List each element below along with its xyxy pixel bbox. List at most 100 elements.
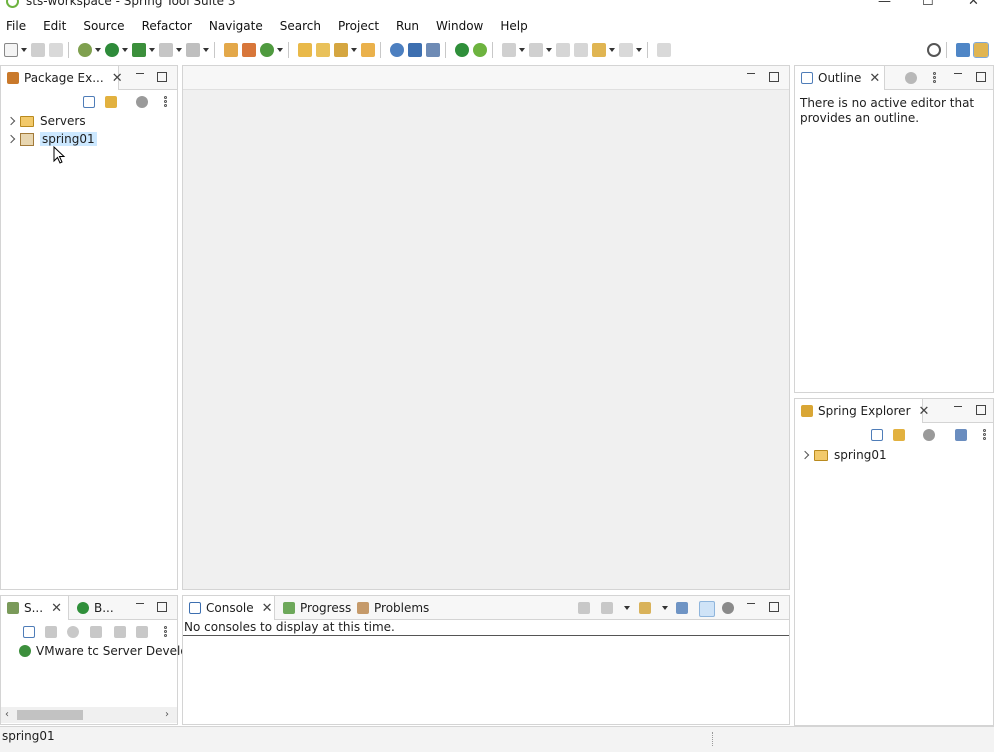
menu-window[interactable]: Window <box>436 19 490 33</box>
link-with-editor-icon[interactable] <box>893 429 905 441</box>
boot-dashboard-icon[interactable] <box>455 43 469 57</box>
maximize-icon[interactable] <box>769 72 779 82</box>
menu-file[interactable]: File <box>6 19 33 33</box>
minimize-window-icon[interactable]: — <box>878 0 891 9</box>
scroll-right-icon[interactable]: › <box>165 710 169 720</box>
publish-icon[interactable] <box>136 626 148 638</box>
menu-project[interactable]: Project <box>338 19 386 33</box>
tree-item-servers[interactable]: Servers <box>6 114 86 128</box>
minimize-icon[interactable] <box>953 403 963 413</box>
tab-console[interactable]: Console ✕ <box>183 596 275 620</box>
next-annotation-dropdown-icon[interactable] <box>519 48 525 52</box>
close-icon[interactable]: ✕ <box>112 71 123 86</box>
menu-refactor[interactable]: Refactor <box>142 19 199 33</box>
pin-editor-icon[interactable] <box>657 43 671 57</box>
menu-search[interactable]: Search <box>280 19 328 33</box>
open-console-dropdown-icon[interactable] <box>662 606 668 610</box>
stop-icon[interactable] <box>159 43 173 57</box>
open-folder-icon[interactable] <box>361 43 375 57</box>
filters-icon[interactable] <box>136 96 148 108</box>
minimize-icon[interactable] <box>135 600 145 610</box>
tab-spring-explorer[interactable]: Spring Explorer ✕ <box>795 399 929 423</box>
tab-boot-dashboard[interactable]: B... <box>71 596 120 620</box>
back-dropdown-icon[interactable] <box>609 48 615 52</box>
filters-icon[interactable] <box>923 429 935 441</box>
display-console-dropdown-icon[interactable] <box>624 606 630 610</box>
spring-icon[interactable] <box>473 43 487 57</box>
filters-icon[interactable] <box>905 72 917 84</box>
previous-annotation-dropdown-icon[interactable] <box>546 48 552 52</box>
close-icon[interactable]: ✕ <box>869 71 880 86</box>
stop-dropdown-icon[interactable] <box>176 48 182 52</box>
menu-source[interactable]: Source <box>83 19 131 33</box>
collapse-all-icon[interactable] <box>871 429 883 441</box>
horizontal-scrollbar[interactable]: ‹ › <box>1 707 177 723</box>
scroll-left-icon[interactable]: ‹ <box>5 710 9 720</box>
open-task-icon[interactable] <box>316 43 330 57</box>
forward-dropdown-icon[interactable] <box>636 48 642 52</box>
stop-server-icon[interactable] <box>114 626 126 638</box>
pin-icon[interactable] <box>426 43 440 57</box>
next-annotation-icon[interactable] <box>502 43 516 57</box>
run-icon[interactable] <box>105 43 119 57</box>
view-menu-icon[interactable] <box>164 626 167 638</box>
pin-console-icon[interactable] <box>578 602 590 614</box>
start-server-icon[interactable] <box>67 626 79 638</box>
debug-dropdown-icon[interactable] <box>95 48 101 52</box>
spring-perspective-icon[interactable] <box>973 42 989 58</box>
menu-run[interactable]: Run <box>396 19 426 33</box>
collapse-all-icon[interactable] <box>83 96 95 108</box>
search-icon[interactable] <box>927 43 941 57</box>
sort-icon[interactable] <box>955 429 967 441</box>
profile-server-icon[interactable] <box>90 626 102 638</box>
minimize-icon[interactable] <box>746 70 756 80</box>
chevron-right-icon[interactable] <box>800 450 810 460</box>
link-with-editor-icon[interactable] <box>105 96 117 108</box>
menu-edit[interactable]: Edit <box>43 19 73 33</box>
scrollbar-thumb[interactable] <box>17 710 83 720</box>
maximize-icon[interactable] <box>976 405 986 415</box>
tab-progress[interactable]: Progress <box>277 596 357 620</box>
back-arrow-icon[interactable] <box>592 43 606 57</box>
terminate-icon[interactable] <box>186 43 200 57</box>
external-tools-icon[interactable] <box>132 43 146 57</box>
tree-item-server[interactable]: VMware tc Server Develop <box>19 644 195 658</box>
tab-outline[interactable]: Outline ✕ <box>795 66 885 90</box>
last-edit-icon[interactable] <box>556 43 570 57</box>
view-menu-icon[interactable] <box>983 429 986 441</box>
close-icon[interactable]: ✕ <box>262 601 273 616</box>
debug-icon[interactable] <box>78 43 92 57</box>
tab-problems[interactable]: Problems <box>351 596 435 620</box>
forward-arrow-icon[interactable] <box>619 43 633 57</box>
search-tool-icon[interactable] <box>334 43 348 57</box>
tab-package-explorer[interactable]: Package Ex... ✕ <box>1 66 123 90</box>
scroll-lock-icon[interactable] <box>699 601 715 617</box>
maximize-window-icon[interactable]: ☐ <box>922 0 934 9</box>
maximize-icon[interactable] <box>157 602 167 612</box>
previous-annotation-icon[interactable] <box>529 43 543 57</box>
monitor-icon[interactable] <box>408 43 422 57</box>
new-dropdown-icon[interactable] <box>21 48 27 52</box>
maximize-icon[interactable] <box>157 72 167 82</box>
open-console-icon[interactable] <box>639 602 651 614</box>
copy-console-icon[interactable] <box>676 602 688 614</box>
debug-server-icon[interactable] <box>45 626 57 638</box>
new-package-icon[interactable] <box>242 43 256 57</box>
chevron-right-icon[interactable] <box>6 116 16 126</box>
open-type-icon[interactable] <box>298 43 312 57</box>
maximize-icon[interactable] <box>769 602 779 612</box>
view-menu-icon[interactable] <box>164 96 167 108</box>
tree-item-spring01[interactable]: spring01 <box>6 132 97 146</box>
save-all-icon[interactable] <box>49 43 63 57</box>
browser-icon[interactable] <box>390 43 404 57</box>
menu-help[interactable]: Help <box>500 19 534 33</box>
chevron-right-icon[interactable] <box>6 134 16 144</box>
minimize-icon[interactable] <box>135 70 145 80</box>
maximize-icon[interactable] <box>976 72 986 82</box>
forward-edit-icon[interactable] <box>574 43 588 57</box>
settings-icon[interactable] <box>722 602 734 614</box>
tree-item-spring01[interactable]: spring01 <box>800 448 887 462</box>
external-tools-dropdown-icon[interactable] <box>149 48 155 52</box>
minimize-icon[interactable] <box>953 70 963 80</box>
close-icon[interactable]: ✕ <box>919 404 930 419</box>
